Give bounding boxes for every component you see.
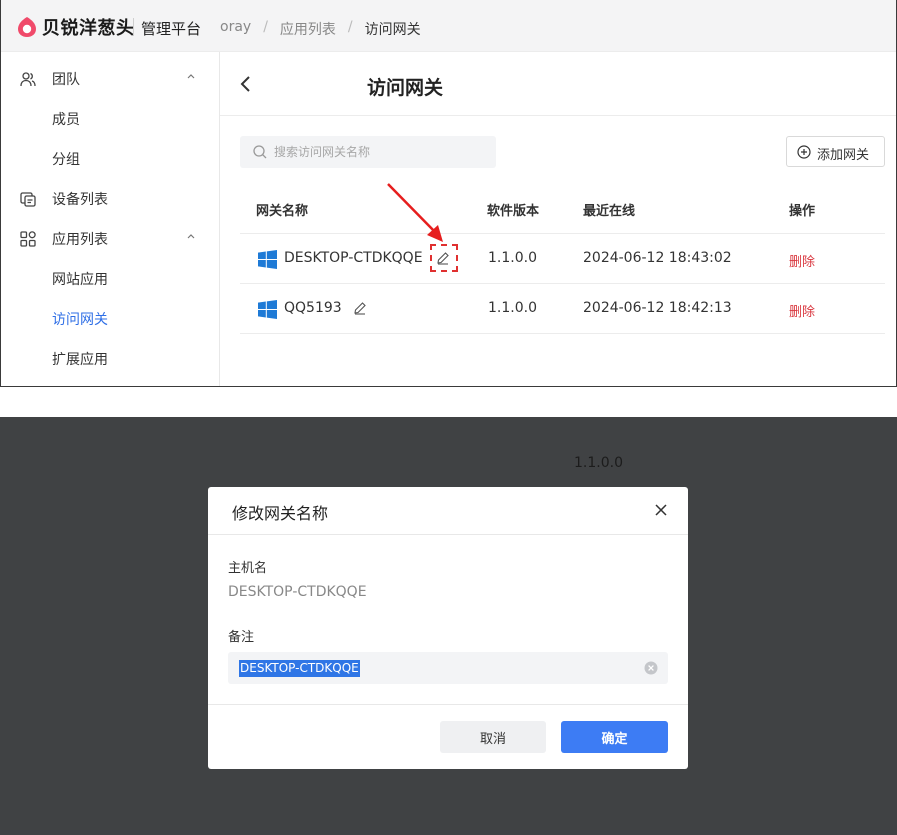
breadcrumb-separator: / — [347, 19, 353, 35]
sidebar-item-web-apps[interactable]: 网站应用 — [1, 258, 219, 298]
edit-pencil-icon[interactable] — [353, 301, 367, 315]
background-text: 1.1.0.0 — [574, 455, 623, 471]
sidebar-item-apps[interactable]: 应用列表 — [1, 218, 219, 258]
sidebar-item-label: 网站应用 — [52, 272, 108, 288]
confirm-button[interactable]: 确定 — [561, 721, 668, 753]
divider — [208, 534, 688, 535]
sidebar-item-label: 设备列表 — [52, 192, 108, 208]
gateway-name: DESKTOP-CTDKQQE — [284, 250, 423, 266]
add-gateway-label: 添加网关 — [817, 148, 870, 163]
sidebar-item-groups[interactable]: 分组 — [1, 138, 219, 178]
windows-icon — [258, 300, 277, 319]
gateway-list-screen: 贝锐洋葱头 管理平台 oray / 应用列表 / 访问网关 团队 成员 分组 设… — [0, 0, 897, 387]
rename-dialog-screen: 1.1.0.0 1.1.0.0 修改网关名称 主机名 DESKTOP-CTDKQ… — [0, 417, 897, 835]
divider — [208, 704, 688, 705]
sidebar-item-label: 应用列表 — [52, 232, 108, 248]
sidebar-item-access-gateway[interactable]: 访问网关 — [1, 298, 219, 338]
dialog-title: 修改网关名称 — [232, 504, 329, 523]
device-list-icon — [20, 192, 36, 207]
sidebar: 团队 成员 分组 设备列表 应用列表 网站应用 访问网关 扩展应用 — [1, 52, 220, 386]
column-header-actions: 操作 — [789, 204, 816, 219]
last-online-time: 2024-06-12 18:43:02 — [583, 250, 732, 266]
windows-icon — [258, 250, 277, 269]
hostname-value: DESKTOP-CTDKQQE — [228, 584, 367, 600]
chevron-up-icon — [187, 74, 195, 79]
top-header: 贝锐洋葱头 管理平台 oray / 应用列表 / 访问网关 — [1, 0, 896, 52]
search-input[interactable] — [274, 136, 490, 168]
search-icon — [253, 145, 267, 159]
delete-link[interactable]: 删除 — [789, 251, 815, 270]
brand-name: 贝锐洋葱头 — [42, 18, 135, 39]
last-online-time: 2024-06-12 18:42:13 — [583, 300, 732, 316]
sidebar-item-label: 分组 — [52, 152, 80, 168]
sidebar-item-extensions[interactable]: 扩展应用 — [1, 338, 219, 378]
breadcrumb-item-app-list[interactable]: 应用列表 — [280, 19, 336, 39]
breadcrumb: oray / 应用列表 / 访问网关 — [220, 19, 421, 39]
chevron-up-icon — [187, 234, 195, 239]
column-header-last-online: 最近在线 — [583, 204, 636, 219]
sidebar-item-team[interactable]: 团队 — [1, 58, 219, 98]
close-icon[interactable] — [654, 503, 668, 517]
main-content: 访问网关 添加网关 网关名称 软件版本 最近在线 操作 DESKTOP-CTDK… — [220, 52, 896, 386]
software-version: 1.1.0.0 — [488, 300, 537, 316]
divider — [220, 115, 896, 116]
plus-circle-icon — [797, 145, 811, 159]
table-divider — [240, 333, 885, 334]
note-field[interactable]: DESKTOP-CTDKQQE — [228, 652, 668, 684]
logo-icon — [18, 17, 36, 37]
brand-divider — [133, 18, 134, 36]
breadcrumb-separator: / — [263, 19, 268, 35]
app-grid-icon — [20, 231, 36, 247]
sidebar-item-devices[interactable]: 设备列表 — [1, 178, 219, 218]
sidebar-item-label: 扩展应用 — [52, 352, 108, 368]
gateway-name: QQ5193 — [284, 300, 342, 316]
column-header-version: 软件版本 — [487, 204, 540, 219]
platform-name: 管理平台 — [141, 20, 202, 38]
sidebar-item-label: 访问网关 — [52, 312, 108, 328]
search-box — [240, 136, 496, 168]
note-label: 备注 — [228, 630, 255, 645]
team-icon — [20, 72, 36, 87]
breadcrumb-item-current: 访问网关 — [364, 22, 421, 38]
table-divider — [240, 283, 885, 284]
sidebar-item-label: 团队 — [52, 72, 80, 88]
hostname-label: 主机名 — [228, 561, 268, 576]
delete-link[interactable]: 删除 — [789, 301, 815, 320]
column-header-name: 网关名称 — [256, 204, 309, 219]
back-arrow-icon[interactable] — [238, 74, 254, 94]
note-input-selected-text[interactable]: DESKTOP-CTDKQQE — [239, 660, 360, 677]
page-title: 访问网关 — [367, 77, 444, 99]
sidebar-item-members[interactable]: 成员 — [1, 98, 219, 138]
rename-gateway-dialog: 修改网关名称 主机名 DESKTOP-CTDKQQE 备注 DESKTOP-CT… — [208, 487, 688, 769]
cancel-button[interactable]: 取消 — [440, 721, 546, 753]
background-text: 1.1.0.0 — [574, 417, 623, 421]
clear-input-icon[interactable] — [644, 661, 658, 675]
add-gateway-button[interactable]: 添加网关 — [786, 136, 885, 167]
sidebar-item-label: 成员 — [52, 112, 80, 128]
software-version: 1.1.0.0 — [488, 250, 537, 266]
table-divider — [240, 233, 885, 234]
annotation-arrow-icon — [387, 183, 443, 242]
breadcrumb-item-org[interactable]: oray — [220, 19, 251, 39]
